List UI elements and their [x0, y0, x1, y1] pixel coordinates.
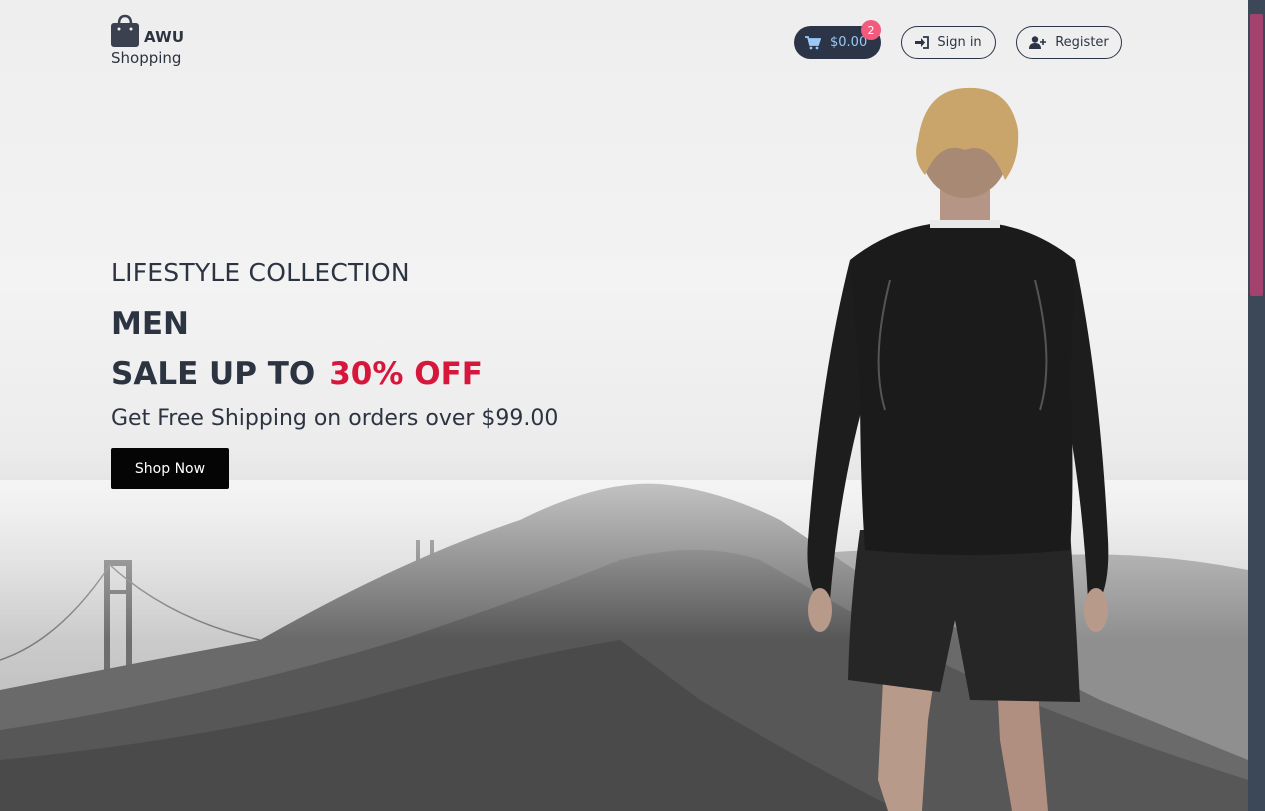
hero-sale-line: SALE UP TO 30% OFF: [111, 356, 483, 392]
brand-tagline: Shopping: [111, 49, 182, 67]
register-button[interactable]: Register: [1016, 26, 1122, 59]
cart-count-badge: 2: [861, 20, 881, 40]
sign-in-button[interactable]: Sign in: [901, 26, 996, 59]
register-label: Register: [1055, 35, 1109, 50]
hero-title: MEN: [111, 306, 189, 342]
shopping-bag-icon: [111, 14, 139, 47]
shop-now-button[interactable]: Shop Now: [111, 448, 229, 489]
page-viewport: AWU Shopping $0.00 2 Sign in Register LI…: [0, 0, 1248, 811]
cart-total: $0.00: [830, 35, 868, 50]
brand-name: AWU: [144, 28, 185, 46]
hero-model-image: [807, 87, 1109, 811]
sale-prefix: SALE UP TO: [111, 356, 316, 392]
sale-percent: 30% OFF: [329, 356, 483, 392]
scrollbar-thumb[interactable]: [1250, 14, 1263, 296]
sign-in-label: Sign in: [937, 35, 982, 50]
user-plus-icon: [1029, 36, 1047, 49]
hero-subtitle: LIFESTYLE COLLECTION: [111, 258, 410, 287]
brand-logo[interactable]: AWU Shopping: [111, 14, 191, 70]
hero-shipping-text: Get Free Shipping on orders over $99.00: [111, 406, 559, 431]
cart-icon: [805, 35, 821, 49]
sign-in-icon: [915, 36, 930, 49]
